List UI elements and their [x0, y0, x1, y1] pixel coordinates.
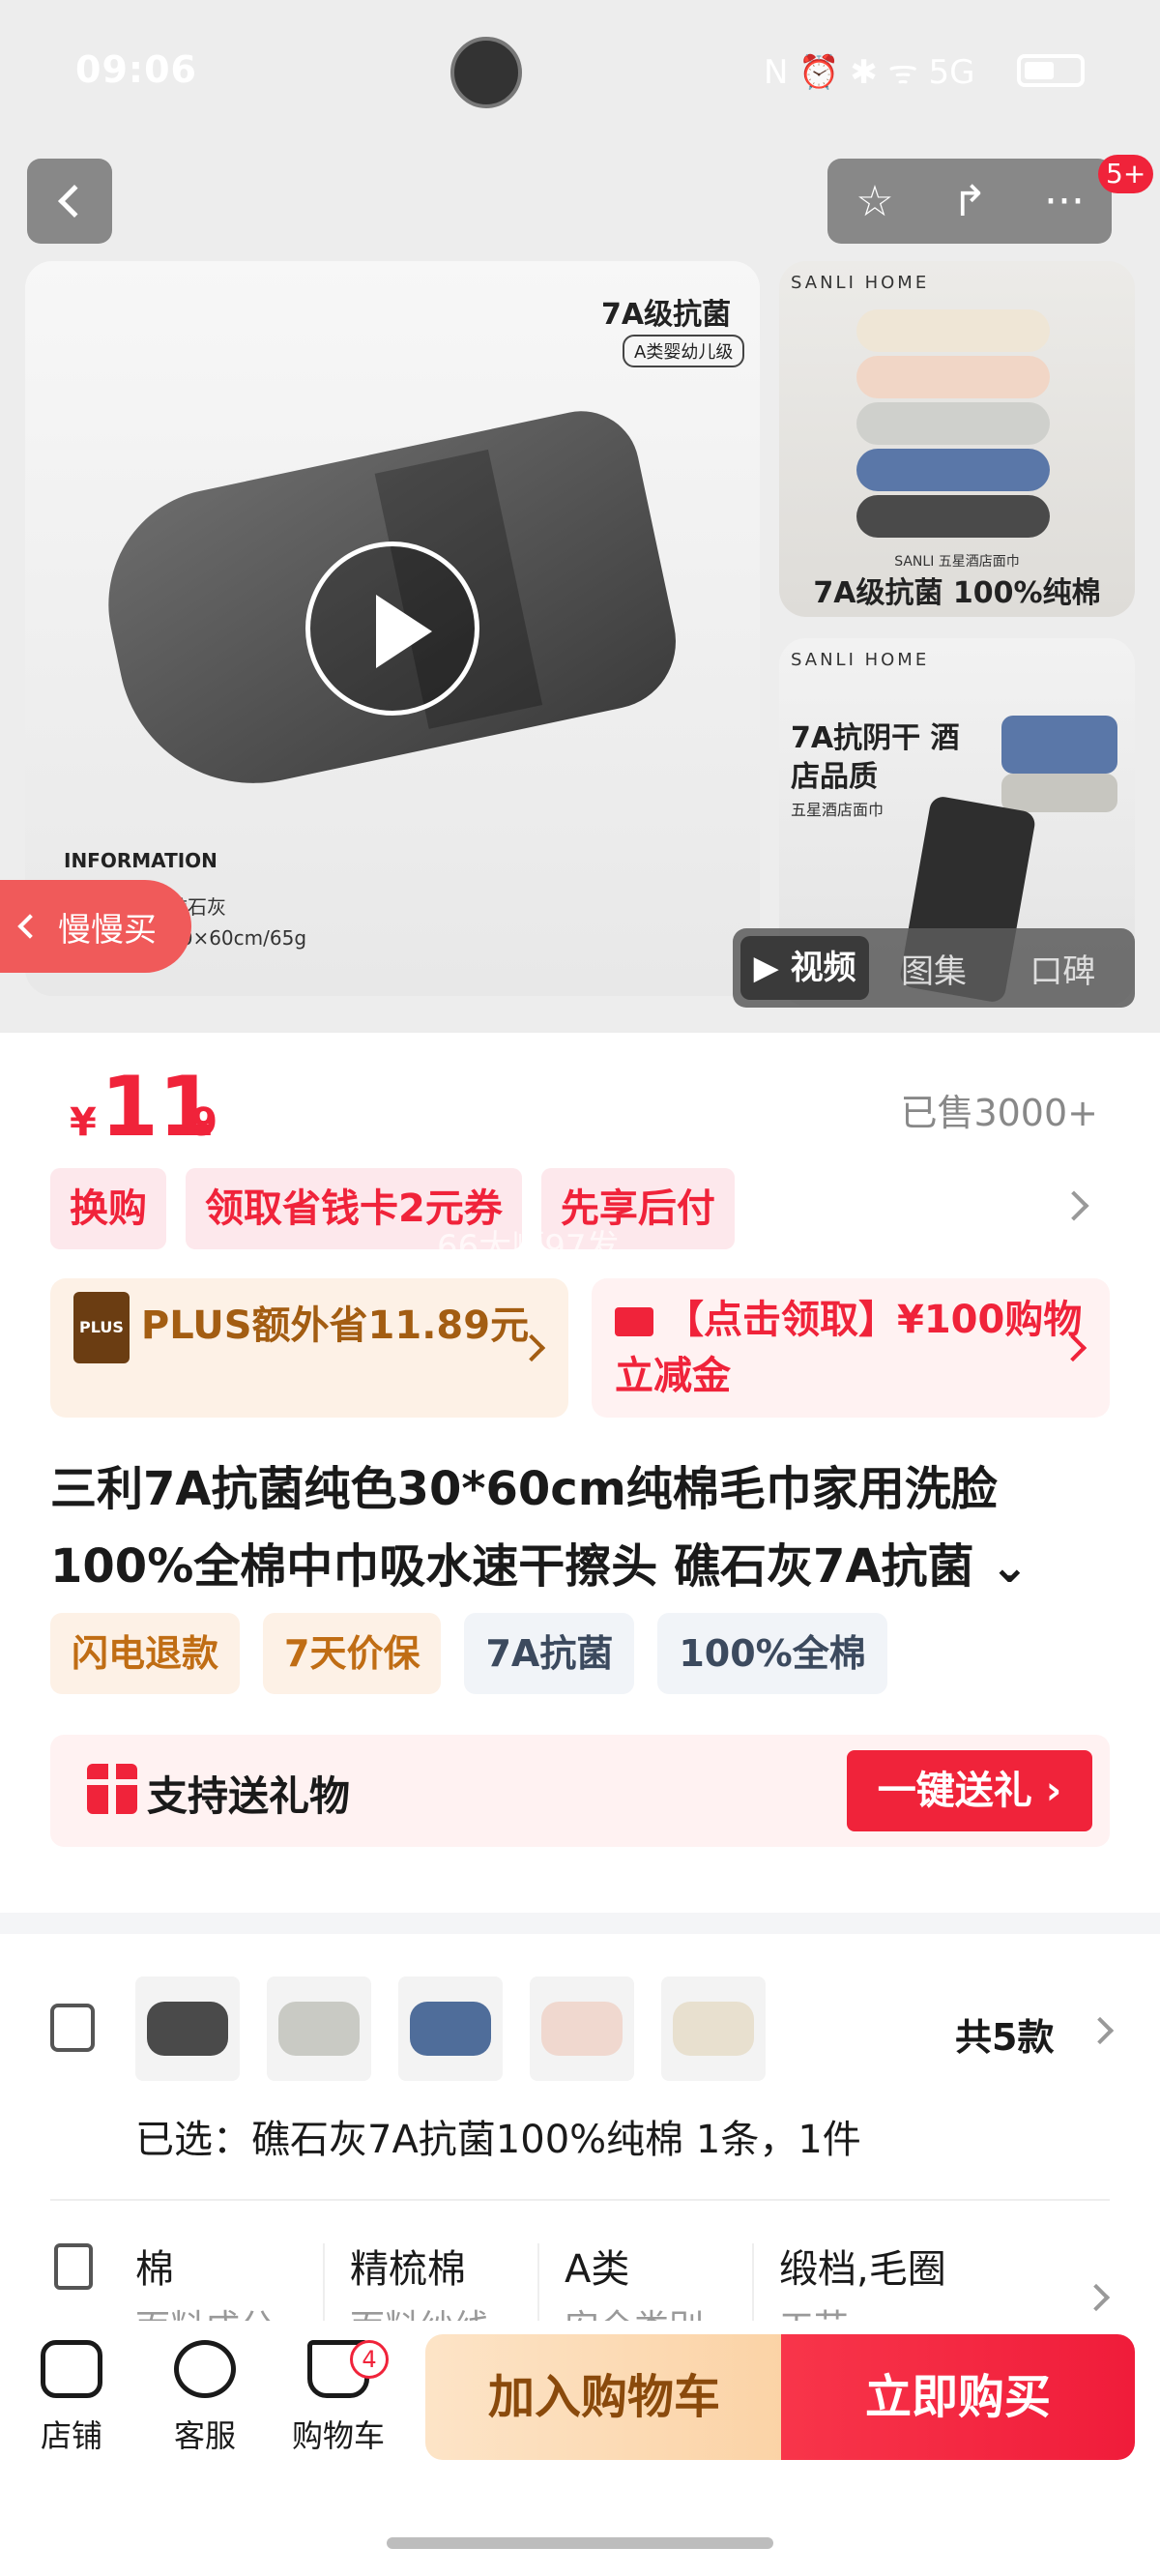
status-icons: N ⏰ ✱ ᯤ 5G [764, 53, 975, 92]
battery-icon [1017, 54, 1085, 87]
towel-blue-image [1001, 716, 1117, 774]
nav-store-label: 店铺 [40, 2417, 102, 2454]
slow-buy-tab[interactable]: 慢慢买 [0, 880, 191, 973]
add-to-cart-button[interactable]: 加入购物车 [425, 2334, 783, 2460]
sku-thumbnail[interactable] [398, 1976, 503, 2081]
plus-savings-card[interactable]: PLUS PLUS额外省11.89元 [50, 1278, 568, 1418]
sku-swatch [410, 2002, 491, 2056]
thumb-sub: 五星酒店面巾 [791, 801, 884, 819]
sku-swatch [541, 2002, 623, 2056]
status-avatar [450, 37, 522, 108]
gift-label: 支持送礼物 [147, 1772, 351, 1820]
attr-separator [323, 2243, 325, 2325]
sku-count[interactable]: 共5款 [955, 2007, 1054, 2061]
tab-video-label: 视频 [790, 949, 856, 987]
sku-swatch [147, 2002, 228, 2056]
promo-exchange[interactable]: 换购 [50, 1168, 166, 1249]
chip-antibacterial[interactable]: 7A抗菌 [464, 1613, 635, 1694]
home-indicator [387, 2537, 773, 2549]
coupon-card[interactable]: 【点击领取】¥100购物立减金 [592, 1278, 1110, 1418]
chip-price-protect[interactable]: 7天价保 [263, 1613, 442, 1694]
status-time: 09:06 [75, 48, 197, 91]
nav-service[interactable]: 客服 [147, 2340, 263, 2456]
slow-buy-label: 慢慢买 [58, 910, 157, 950]
star-icon[interactable]: ☆ [836, 177, 914, 226]
thumb-brand: SANLI HOME [791, 273, 930, 293]
chip-fast-refund[interactable]: 闪电退款 [50, 1613, 241, 1694]
coupon-text: 【点击领取】¥100购物立减金 [615, 1298, 1083, 1398]
image-info-label: INFORMATION [64, 849, 218, 872]
send-gift-button[interactable]: 一键送礼 › [847, 1750, 1092, 1831]
tab-gallery[interactable]: 图集 [869, 945, 998, 992]
sku-thumbnail[interactable] [530, 1976, 634, 2081]
tab-reviews[interactable]: 口碑 [999, 945, 1127, 992]
gift-bar[interactable]: 支持送礼物 一键送礼 › [50, 1735, 1110, 1847]
store-icon [41, 2340, 102, 2398]
divider [50, 2199, 1110, 2201]
media-tabs: ▶ 视频 图集 口碑 [733, 928, 1135, 1008]
thumb-title: 7A抗阴干 酒店品质 [791, 721, 960, 794]
attr-craft: 缎档,毛圈 [779, 2247, 946, 2292]
thumb-caption: 7A级抗菌 100%纯棉 [813, 576, 1101, 610]
play-icon[interactable] [305, 542, 479, 716]
chevron-right-icon[interactable] [1058, 1190, 1089, 1221]
buy-now-button[interactable]: 立即购买 [781, 2334, 1135, 2460]
thumb-sub: SANLI 五星酒店面巾 [894, 554, 1020, 570]
sku-selected[interactable]: 已选：礁石灰7A抗菌100%纯棉 1条，1件 [135, 2108, 861, 2164]
product-title-text: 三利7A抗菌纯色30*60cm纯棉毛巾家用洗脸100%全棉中巾吸水速干擦头 礁石… [50, 1462, 998, 1594]
attr-safety: A类 [565, 2247, 630, 2292]
chevron-down-icon[interactable]: ⌄ [990, 1539, 1029, 1594]
section-divider [0, 1913, 1160, 1934]
chevron-left-icon [17, 914, 43, 939]
towel-grey-image [1001, 774, 1117, 812]
attr-separator [752, 2243, 754, 2325]
nav-store[interactable]: 店铺 [14, 2340, 130, 2456]
customer-service-icon [174, 2340, 236, 2398]
gallery-thumbnail-1[interactable]: SANLI HOME SANLI 五星酒店面巾 7A级抗菌 100%纯棉 [779, 261, 1135, 617]
sku-thumbnail[interactable] [661, 1976, 766, 2081]
attr-yarn: 精梳棉 [350, 2247, 466, 2292]
sold-count: 已售3000+ [900, 1092, 1098, 1134]
attr-separator [537, 2243, 539, 2325]
nav-service-label: 客服 [173, 2417, 236, 2454]
coupon-icon [615, 1307, 653, 1336]
price-decimal: .9 [176, 1100, 218, 1145]
document-icon [54, 2243, 93, 2290]
promo-row: 换购 领取省钱卡2元券 先享后付 [50, 1168, 735, 1249]
message-badge: 5+ [1098, 155, 1154, 193]
sku-thumbnail[interactable] [267, 1976, 371, 2081]
sku-selector-icon [50, 2004, 95, 2052]
sku-thumbnails [135, 1976, 766, 2081]
back-button[interactable] [27, 159, 112, 244]
price-currency: ¥ [70, 1100, 97, 1145]
product-title[interactable]: 三利7A抗菌纯色30*60cm纯棉毛巾家用洗脸100%全棉中巾吸水速干擦头 礁石… [50, 1450, 1114, 1605]
main-image-subtag: A类婴幼儿级 [623, 335, 745, 367]
chevron-right-icon[interactable] [1086, 2016, 1115, 2045]
watermark: 66大顺97发 [437, 1228, 620, 1267]
tab-video[interactable]: ▶ 视频 [740, 936, 870, 1000]
service-chips: 闪电退款 7天价保 7A抗菌 100%全棉 [50, 1613, 887, 1694]
chip-cotton[interactable]: 100%全棉 [657, 1613, 887, 1694]
plus-savings-text: PLUS额外省11.89元 [140, 1303, 530, 1348]
towel-stack-image [856, 309, 1050, 542]
share-icon[interactable]: ↱ [931, 177, 1008, 226]
sku-swatch [278, 2002, 360, 2056]
more-dots-icon[interactable]: ··· [1026, 177, 1103, 226]
gift-icon [87, 1764, 137, 1814]
sku-swatch [673, 2002, 754, 2056]
thumb-brand: SANLI HOME [791, 650, 930, 670]
nav-cart-label: 购物车 [291, 2417, 385, 2454]
header-action-group: ☆ ↱ ··· [827, 159, 1112, 244]
sku-thumbnail[interactable] [135, 1976, 240, 2081]
chevron-right-icon[interactable] [1082, 2283, 1111, 2312]
main-image-tag: 7A级抗菌 [601, 298, 732, 332]
plus-badge: PLUS [73, 1292, 130, 1363]
cart-badge: 4 [350, 2340, 389, 2379]
attr-material: 棉 [135, 2247, 174, 2292]
chevron-left-icon [58, 185, 91, 218]
